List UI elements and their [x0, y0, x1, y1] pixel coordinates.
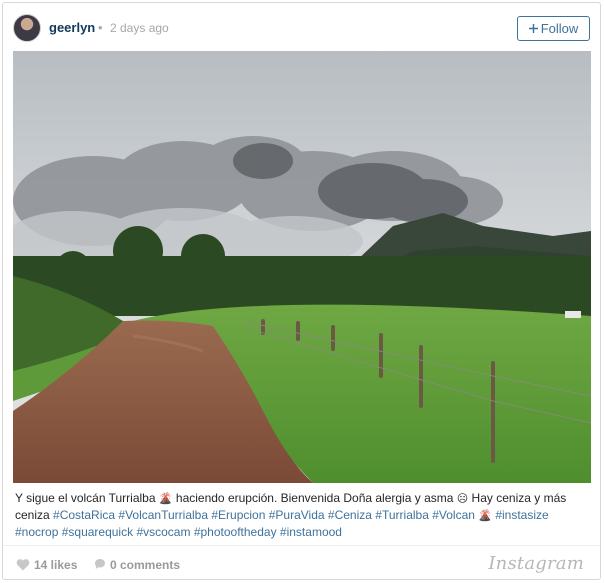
comment-bubble-icon[interactable]	[94, 558, 106, 570]
hashtag-link[interactable]: #Ceniza	[328, 508, 372, 522]
instagram-logo[interactable]: Instagram	[488, 553, 584, 574]
hashtag-link[interactable]: #squarequick	[62, 525, 133, 539]
emoji: 🌋	[158, 492, 173, 505]
emoji: ☹	[456, 492, 469, 505]
post-footer: 14 likes 0 comments Instagram	[3, 545, 600, 580]
caption-text: Y sigue el volcán Turrialba	[15, 491, 159, 505]
avatar[interactable]	[13, 14, 41, 42]
instagram-post-card: geerlyn • 2 days ago Follow Y sigue el v…	[2, 2, 601, 580]
hashtag-link[interactable]: #Erupcion	[211, 508, 265, 522]
follow-button[interactable]: Follow	[517, 16, 590, 41]
hashtag-link[interactable]: #Turrialba	[375, 508, 429, 522]
username-link[interactable]: geerlyn	[49, 20, 95, 35]
volcano-landscape-image	[13, 51, 591, 483]
post-header: geerlyn • 2 days ago Follow	[3, 3, 600, 51]
emoji: 🌋	[478, 509, 492, 522]
hashtag-link[interactable]: #Volcan	[432, 508, 475, 522]
hashtag-link[interactable]: #instamood	[280, 525, 342, 539]
likes-count[interactable]: 14 likes	[34, 558, 77, 572]
hashtag-link[interactable]: #vscocam	[136, 525, 190, 539]
heart-icon[interactable]	[16, 558, 30, 571]
post-caption: Y sigue el volcán Turrialba 🌋 haciendo e…	[15, 490, 590, 540]
hashtag-link[interactable]: #photooftheday	[194, 525, 277, 539]
separator-dot: •	[98, 20, 103, 35]
hashtag-link[interactable]: #nocrop	[15, 525, 58, 539]
caption-text: haciendo erupción. Bienvenida Doña alerg…	[172, 491, 457, 505]
timestamp[interactable]: 2 days ago	[110, 21, 169, 35]
hashtag-link[interactable]: #VolcanTurrialba	[118, 508, 208, 522]
hashtag-link[interactable]: #instasize	[495, 508, 548, 522]
hashtag-link[interactable]: #PuraVida	[269, 508, 325, 522]
follow-label: Follow	[540, 21, 579, 36]
comments-count[interactable]: 0 comments	[110, 558, 180, 572]
hashtag-link[interactable]: #CostaRica	[53, 508, 115, 522]
post-photo[interactable]	[13, 51, 591, 483]
plus-icon	[528, 24, 538, 33]
